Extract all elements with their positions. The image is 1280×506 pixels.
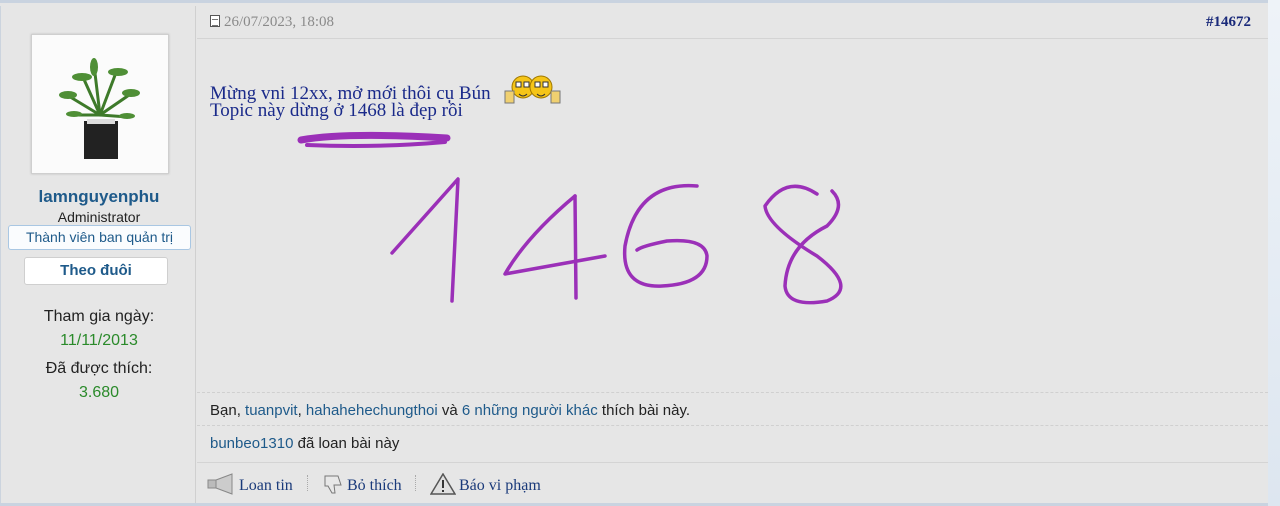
user-title-badge: Thành viên ban quản trị xyxy=(8,225,191,250)
report-button[interactable]: Báo vi phạm xyxy=(429,472,541,495)
post-text-line2: Topic này dừng ở 1468 là đẹp rồi xyxy=(210,100,463,121)
likes-and: và xyxy=(441,402,458,419)
username[interactable]: lamnguyenphu xyxy=(1,187,197,207)
avatar[interactable] xyxy=(31,34,169,174)
post-main: 26/07/2023, 18:08 #14672 Mừng vni 12xx, … xyxy=(197,6,1268,503)
likes-suffix: thích bài này. xyxy=(601,402,691,419)
liker-link[interactable]: hahahehechungthoi xyxy=(306,402,438,419)
page-background-strip xyxy=(1268,0,1280,506)
action-separator xyxy=(307,475,309,491)
document-icon xyxy=(210,15,220,27)
unlike-label: Bỏ thích xyxy=(347,477,402,494)
unlike-button[interactable]: Bỏ thích xyxy=(322,473,402,495)
post-date: 26/07/2023, 18:08 xyxy=(210,14,334,31)
likes-received-label: Đã được thích: xyxy=(45,360,153,377)
megaphone-icon xyxy=(207,473,233,495)
shares-text: đã loan bài này xyxy=(297,435,400,452)
sharer-link[interactable]: bunbeo1310 xyxy=(210,435,293,452)
likes-comma: , xyxy=(297,402,302,419)
handwritten-number-image: 1468 xyxy=(297,131,843,305)
joined-label: Tham gia ngày: xyxy=(43,308,155,325)
shares-summary: bunbeo1310 đã loan bài này xyxy=(197,425,1268,458)
share-label: Loan tin xyxy=(239,477,293,494)
post-actions: Loan tin Bỏ thích Báo vi phạm xyxy=(197,462,1268,502)
thumbs-down-icon xyxy=(324,475,342,494)
user-sidebar: lamnguyenphu Administrator Thành viên ba… xyxy=(0,6,196,503)
post-text-line: Topic này dừng ở 1468 là đẹp rồi xyxy=(210,100,463,122)
liker-link[interactable]: tuanpvit xyxy=(245,402,298,419)
likers-others-link[interactable]: 6 những người khác xyxy=(462,402,598,419)
share-button[interactable]: Loan tin xyxy=(206,473,293,495)
post-date-text: 26/07/2023, 18:08 xyxy=(224,14,335,30)
post-container: lamnguyenphu Administrator Thành viên ba… xyxy=(0,0,1268,506)
follow-button[interactable]: Theo đuôi xyxy=(24,257,168,285)
likes-summary: Bạn, tuanpvit, hahahehechungthoi và 6 nh… xyxy=(197,392,1268,424)
post-header: 26/07/2023, 18:08 #14672 xyxy=(197,6,1268,39)
report-label: Báo vi phạm xyxy=(459,477,541,494)
likes-received-value: 3.680 xyxy=(78,384,120,401)
cheers-emoticon-icon xyxy=(504,75,561,104)
likes-prefix: Bạn, xyxy=(210,402,241,419)
post-number-link[interactable]: #14672 xyxy=(1206,14,1251,31)
user-role: Administrator xyxy=(57,209,141,225)
warning-icon xyxy=(429,472,457,495)
joined-value: 11/11/2013 xyxy=(60,332,138,349)
action-separator xyxy=(415,475,417,491)
